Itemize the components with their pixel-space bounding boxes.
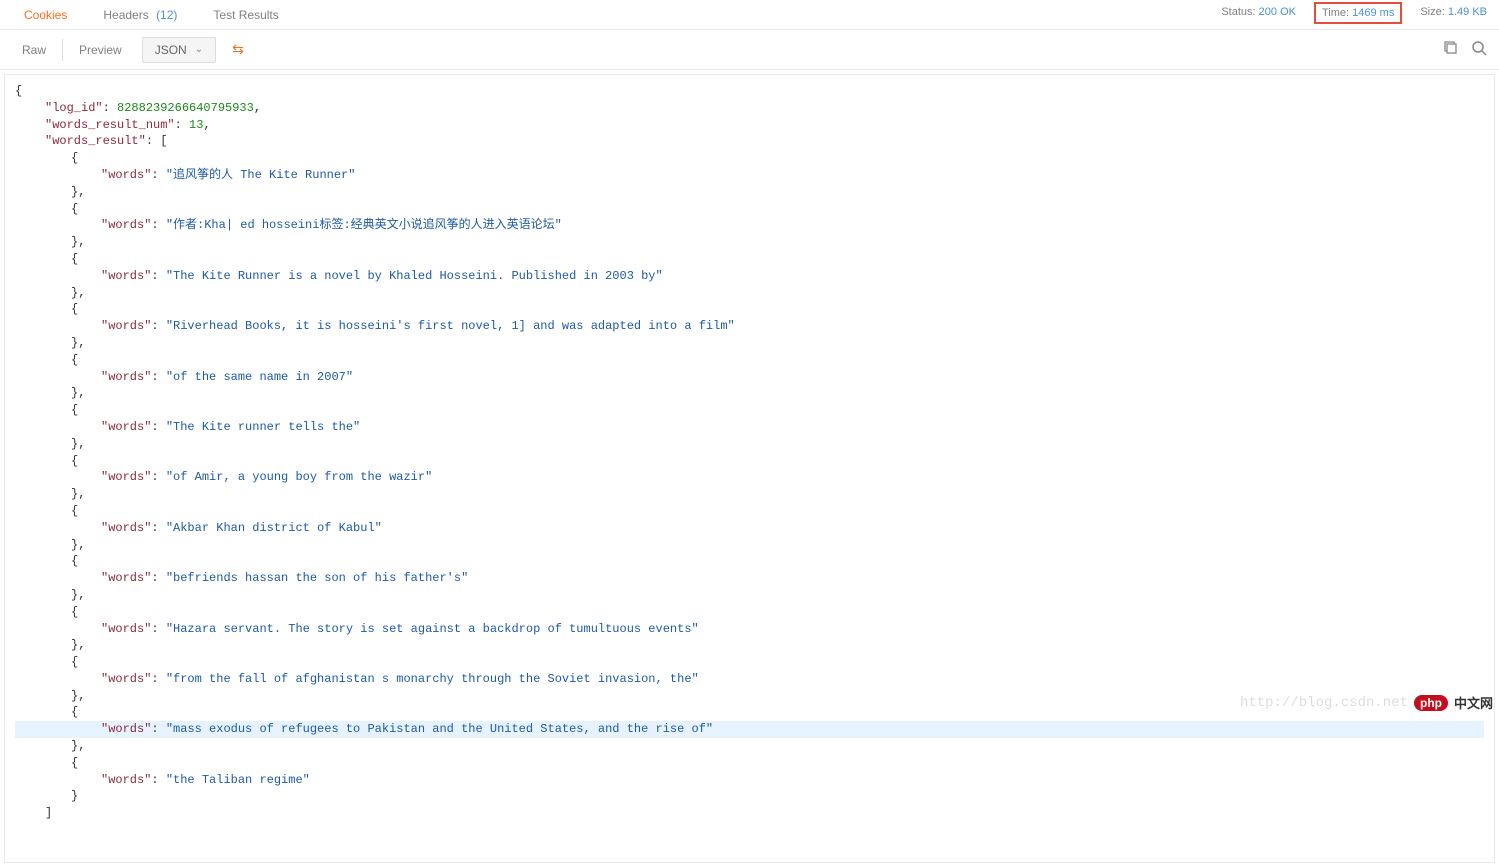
time-label: Time:	[1322, 7, 1349, 19]
json-line: "words": "from the fall of afghanistan s…	[15, 671, 1484, 688]
json-line: "words": "Akbar Khan district of Kabul"	[15, 520, 1484, 537]
json-line: "words": "the Taliban regime"	[15, 772, 1484, 789]
json-line: "log_id": 8288239266640795933,	[15, 100, 1484, 117]
tab-cookies[interactable]: Cookies	[6, 2, 85, 28]
json-line: "words": "mass exodus of refugees to Pak…	[15, 721, 1484, 738]
copy-icon[interactable]	[1443, 40, 1459, 59]
json-line: {	[15, 704, 1484, 721]
json-line: },	[15, 637, 1484, 654]
tab-test-results[interactable]: Test Results	[195, 2, 296, 28]
raw-button[interactable]: Raw	[8, 37, 60, 63]
json-line: },	[15, 285, 1484, 302]
response-meta: Status: 200 OK Time: 1469 ms Size: 1.49 …	[1221, 6, 1487, 24]
tab-headers[interactable]: Headers (12)	[85, 2, 195, 28]
json-line: {	[15, 251, 1484, 268]
json-line: },	[15, 486, 1484, 503]
json-line: "words": "作者:Kha| ed hosseini标签:经典英文小说追风…	[15, 217, 1484, 234]
search-icon[interactable]	[1471, 40, 1487, 59]
json-line: {	[15, 553, 1484, 570]
json-line: {	[15, 83, 1484, 100]
status-value: 200 OK	[1259, 6, 1296, 18]
json-line: {	[15, 755, 1484, 772]
json-line: {	[15, 604, 1484, 621]
response-tabs: Cookies Headers (12) Test Results Status…	[0, 0, 1499, 30]
tab-headers-label: Headers	[103, 8, 148, 22]
status-label: Status:	[1221, 6, 1255, 18]
json-line: ]	[15, 805, 1484, 822]
json-line: "words": "Riverhead Books, it is hossein…	[15, 318, 1484, 335]
json-line: {	[15, 503, 1484, 520]
response-time: Time: 1469 ms	[1314, 2, 1402, 24]
response-toolbar: Raw Preview JSON ⌄ ⇆	[0, 30, 1499, 70]
json-line: },	[15, 184, 1484, 201]
tab-headers-count: (12)	[156, 8, 177, 22]
json-line: },	[15, 436, 1484, 453]
json-line: "words": "The Kite runner tells the"	[15, 419, 1484, 436]
json-line: },	[15, 385, 1484, 402]
json-line: {	[15, 352, 1484, 369]
json-line: {	[15, 453, 1484, 470]
preview-button[interactable]: Preview	[65, 37, 136, 63]
status-code: Status: 200 OK	[1221, 6, 1296, 24]
format-label: JSON	[155, 43, 187, 57]
json-line: }	[15, 788, 1484, 805]
separator	[62, 39, 63, 61]
json-line: },	[15, 688, 1484, 705]
response-json-body[interactable]: {"log_id": 8288239266640795933,"words_re…	[4, 74, 1495, 863]
json-line: "words_result": [	[15, 133, 1484, 150]
size-label: Size:	[1420, 6, 1444, 18]
json-line: "words": "of Amir, a young boy from the …	[15, 469, 1484, 486]
json-line: {	[15, 150, 1484, 167]
json-line: "words": "追风筝的人 The Kite Runner"	[15, 167, 1484, 184]
json-line: "words": "befriends hassan the son of hi…	[15, 570, 1484, 587]
json-line: },	[15, 738, 1484, 755]
json-line: },	[15, 335, 1484, 352]
json-line: {	[15, 301, 1484, 318]
json-line: },	[15, 537, 1484, 554]
format-dropdown[interactable]: JSON ⌄	[142, 37, 216, 63]
response-size: Size: 1.49 KB	[1420, 6, 1487, 24]
json-line: "words": "of the same name in 2007"	[15, 369, 1484, 386]
json-line: "words": "The Kite Runner is a novel by …	[15, 268, 1484, 285]
json-line: "words": "Hazara servant. The story is s…	[15, 621, 1484, 638]
time-value: 1469 ms	[1352, 7, 1394, 19]
json-line: {	[15, 201, 1484, 218]
json-line: {	[15, 654, 1484, 671]
wrap-lines-icon[interactable]: ⇆	[226, 37, 250, 62]
json-line: },	[15, 587, 1484, 604]
json-line: "words_result_num": 13,	[15, 117, 1484, 134]
chevron-down-icon: ⌄	[195, 44, 203, 55]
json-line: {	[15, 402, 1484, 419]
json-line: },	[15, 234, 1484, 251]
size-value: 1.49 KB	[1448, 6, 1487, 18]
